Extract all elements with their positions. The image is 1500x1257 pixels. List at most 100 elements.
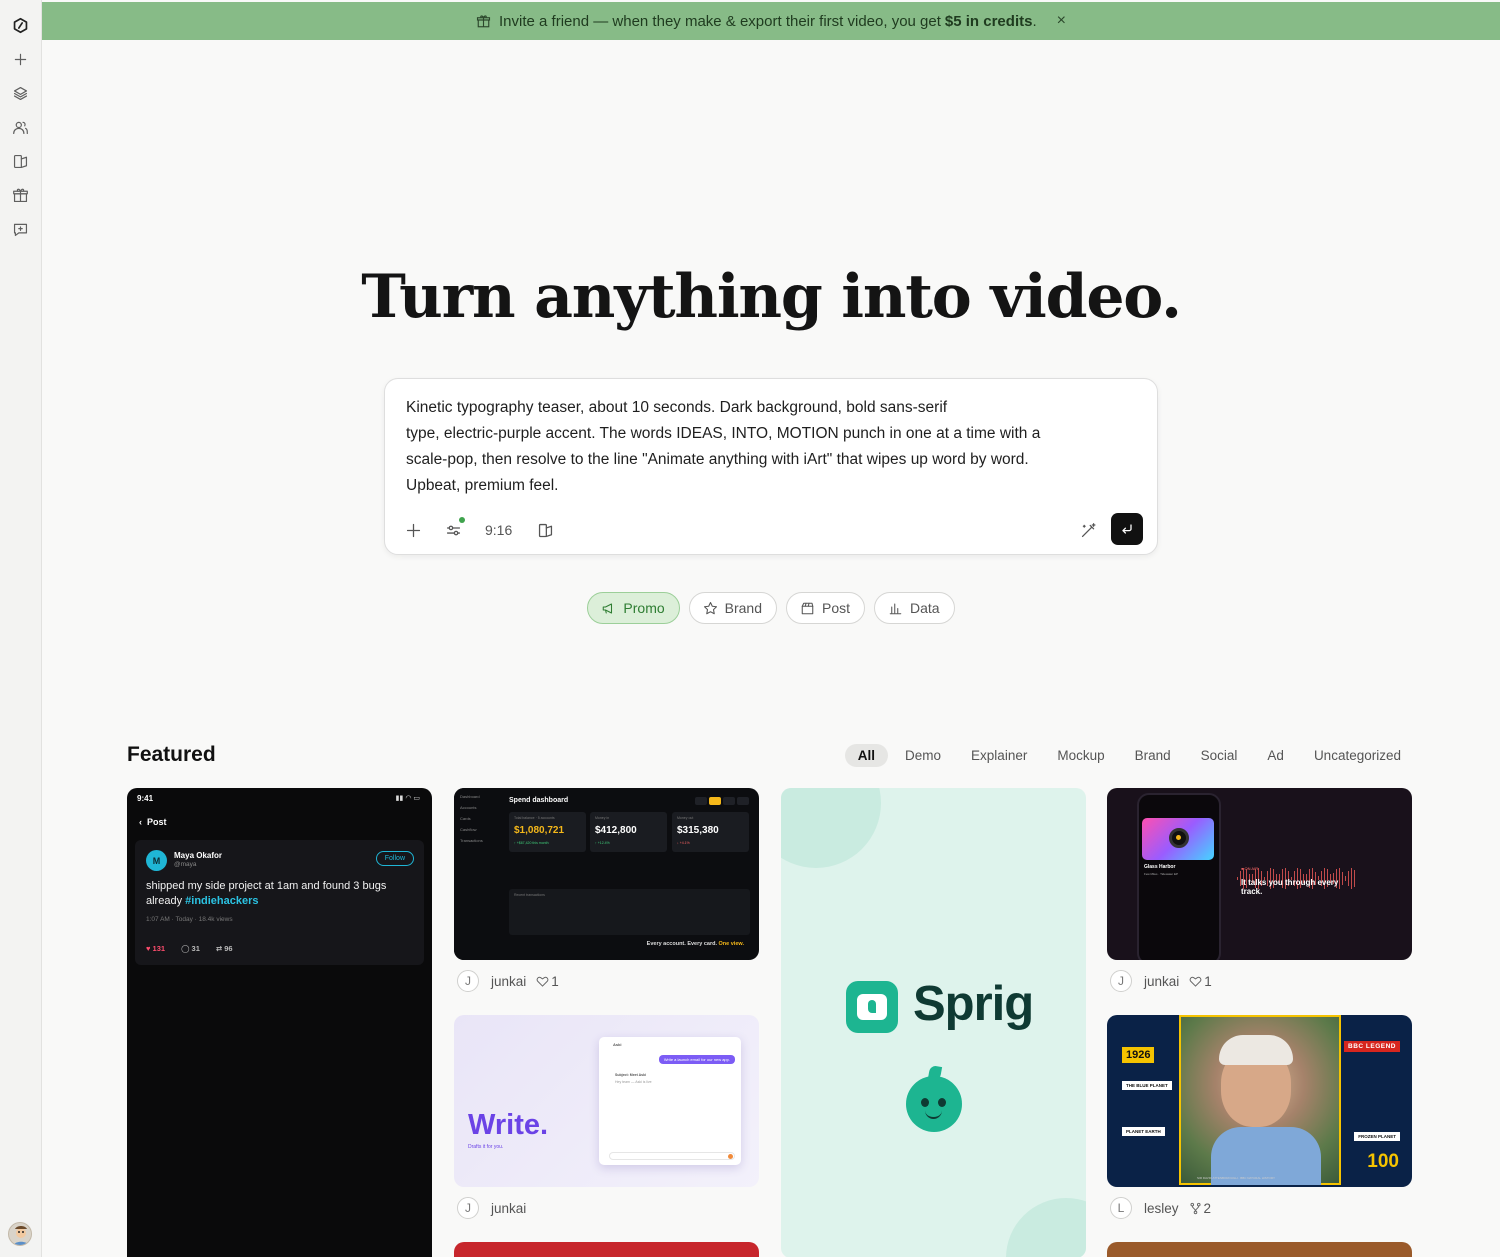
caption: SIR DAVID ATTENBOROUGH · BBC NATURAL HIS… xyxy=(1197,1176,1275,1180)
card-sprig-brand[interactable]: Sprig xyxy=(781,788,1086,1257)
chat-bubble: Write a launch email for our new app. xyxy=(658,1055,735,1064)
prompt-box[interactable]: Kinetic typography teaser, about 10 seco… xyxy=(384,378,1158,555)
filter-brand[interactable]: Brand xyxy=(1122,744,1184,767)
user-avatar[interactable] xyxy=(8,1222,32,1246)
card-music-player[interactable]: Glass Harbor Few Miles · Tidewater EP ● … xyxy=(1107,788,1412,960)
author-avatar[interactable]: L xyxy=(1110,1197,1132,1219)
metric-sub: ↑ +12.4% xyxy=(595,841,610,845)
users-icon[interactable] xyxy=(9,116,31,138)
reply-value: 31 xyxy=(191,944,200,953)
metric-value: $412,800 xyxy=(595,825,637,836)
like-count: 1 xyxy=(1204,973,1212,989)
author-name[interactable]: junkai xyxy=(1144,974,1179,989)
banner-suffix: . xyxy=(1032,12,1037,30)
tweet-author: Maya Okafor xyxy=(174,851,223,860)
back-label: Post xyxy=(147,817,167,827)
age-number: 100 xyxy=(1367,1151,1399,1172)
panel-label: Recent transactions xyxy=(514,893,545,897)
author-name[interactable]: junkai xyxy=(491,974,526,989)
chip-data[interactable]: Data xyxy=(874,592,955,624)
card-meta: L lesley 2 xyxy=(1109,1196,1211,1220)
close-icon[interactable]: × xyxy=(1057,12,1066,30)
chip-label: Brand xyxy=(724,600,762,616)
submit-button[interactable] xyxy=(1111,513,1143,545)
period-toggle xyxy=(695,797,749,805)
logo-icon[interactable] xyxy=(9,14,31,36)
tweet-card: M Maya Okafor @maya Follow shipped my si… xyxy=(135,840,424,965)
chat-window: Aski Write a launch email for our new ap… xyxy=(599,1037,741,1165)
invite-banner: Invite a friend — when they make & expor… xyxy=(42,2,1500,40)
hashtag: #indiehackers xyxy=(185,895,259,907)
show-label: THE BLUE PLANET xyxy=(1122,1081,1172,1090)
chip-post[interactable]: Post xyxy=(786,592,866,624)
filter-explainer[interactable]: Explainer xyxy=(958,744,1040,767)
category-chips: Promo Brand Post Data xyxy=(42,592,1500,624)
clapperboard-icon xyxy=(801,602,814,614)
waveform-bar xyxy=(1354,869,1355,888)
remix-count: 2 xyxy=(1203,1200,1212,1216)
magic-wand-icon[interactable] xyxy=(1080,519,1097,541)
chat-input xyxy=(609,1152,735,1160)
dashboard-title: Spend dashboard xyxy=(509,797,569,804)
enter-icon xyxy=(1122,524,1132,534)
heart-icon xyxy=(536,976,549,987)
gift-icon[interactable] xyxy=(9,184,31,206)
status-time: 9:41 xyxy=(137,794,154,803)
add-attachment-icon[interactable] xyxy=(405,519,422,541)
template-icon[interactable] xyxy=(537,519,554,541)
banner-highlight: $5 in credits xyxy=(944,12,1033,30)
decor-circle xyxy=(1006,1198,1086,1257)
status-icons: ▮▮ ◠ ▭ xyxy=(395,795,420,802)
like-button[interactable]: 1 xyxy=(536,974,559,989)
megaphone-icon xyxy=(603,602,613,614)
metric-tile: Money out $315,380 ↓ +4.1% xyxy=(672,812,749,852)
author-name[interactable]: lesley xyxy=(1144,1201,1179,1216)
filter-mockup[interactable]: Mockup xyxy=(1044,744,1117,767)
dash-nav-item: Transactions xyxy=(460,838,483,843)
tweet-body: shipped my side project at 1am and found… xyxy=(146,879,416,909)
chip-brand[interactable]: Brand xyxy=(688,592,777,624)
chip-promo[interactable]: Promo xyxy=(587,592,680,624)
metric-tile: Money in $412,800 ↑ +12.4% xyxy=(590,812,667,852)
like-count: 1 xyxy=(551,973,559,989)
banner-text: Invite a friend — when they make & expor… xyxy=(499,12,941,30)
card-partial[interactable] xyxy=(454,1242,759,1257)
metric-sub: ↑ +$67,420 this month xyxy=(514,841,549,845)
filter-all[interactable]: All xyxy=(844,744,889,767)
feedback-icon[interactable] xyxy=(9,218,31,240)
filter-uncategorized[interactable]: Uncategorized xyxy=(1301,744,1414,767)
layers-icon[interactable] xyxy=(9,82,31,104)
year-badge: 1926 xyxy=(1122,1047,1155,1063)
filter-social[interactable]: Social xyxy=(1188,744,1251,767)
tweet-handle: @maya xyxy=(174,861,197,868)
vinyl-icon xyxy=(1169,828,1189,848)
aspect-ratio-button[interactable]: 9:16 xyxy=(485,519,512,541)
metric-label: Total balance · 5 accounts xyxy=(514,816,555,820)
author-avatar[interactable]: J xyxy=(1110,970,1132,992)
card-post-preview[interactable]: 9:41 ▮▮ ◠ ▭ ‹ Post M Maya Okafor @maya F… xyxy=(127,788,432,1257)
filter-ad[interactable]: Ad xyxy=(1254,744,1297,767)
prompt-input[interactable]: Kinetic typography teaser, about 10 seco… xyxy=(406,395,1106,499)
bar-chart-icon xyxy=(889,602,902,614)
card-spend-dashboard[interactable]: Dashboard Accounts Cards Cashflow Transa… xyxy=(454,788,759,960)
like-button[interactable]: 1 xyxy=(1189,974,1212,989)
chip-label: Promo xyxy=(623,600,665,616)
card-bbc-legend[interactable]: 1926 THE BLUE PLANET PLANET EARTH BBC LE… xyxy=(1107,1015,1412,1187)
author-name[interactable]: junkai xyxy=(491,1201,526,1216)
waveform-bar xyxy=(1351,868,1352,889)
track-title: Glass Harbor xyxy=(1144,864,1176,870)
card-meta: J junkai 1 xyxy=(1109,969,1212,993)
new-project-icon[interactable] xyxy=(9,48,31,70)
author-avatar[interactable]: J xyxy=(457,970,479,992)
card-write-demo[interactable]: Write. Drafts it for you. Aski Write a l… xyxy=(454,1015,759,1187)
like-value: 131 xyxy=(152,944,166,953)
phone-mockup: Glass Harbor Few Miles · Tidewater EP xyxy=(1137,793,1221,960)
legend-badge: BBC LEGEND xyxy=(1344,1041,1400,1052)
repost-count: ⇄ 96 xyxy=(215,944,233,953)
filter-demo[interactable]: Demo xyxy=(892,744,954,767)
remix-button[interactable]: 2 xyxy=(1189,1200,1212,1216)
settings-sliders-icon[interactable] xyxy=(445,517,465,541)
templates-icon[interactable] xyxy=(9,150,31,172)
card-partial[interactable] xyxy=(1107,1242,1412,1257)
author-avatar[interactable]: J xyxy=(457,1197,479,1219)
